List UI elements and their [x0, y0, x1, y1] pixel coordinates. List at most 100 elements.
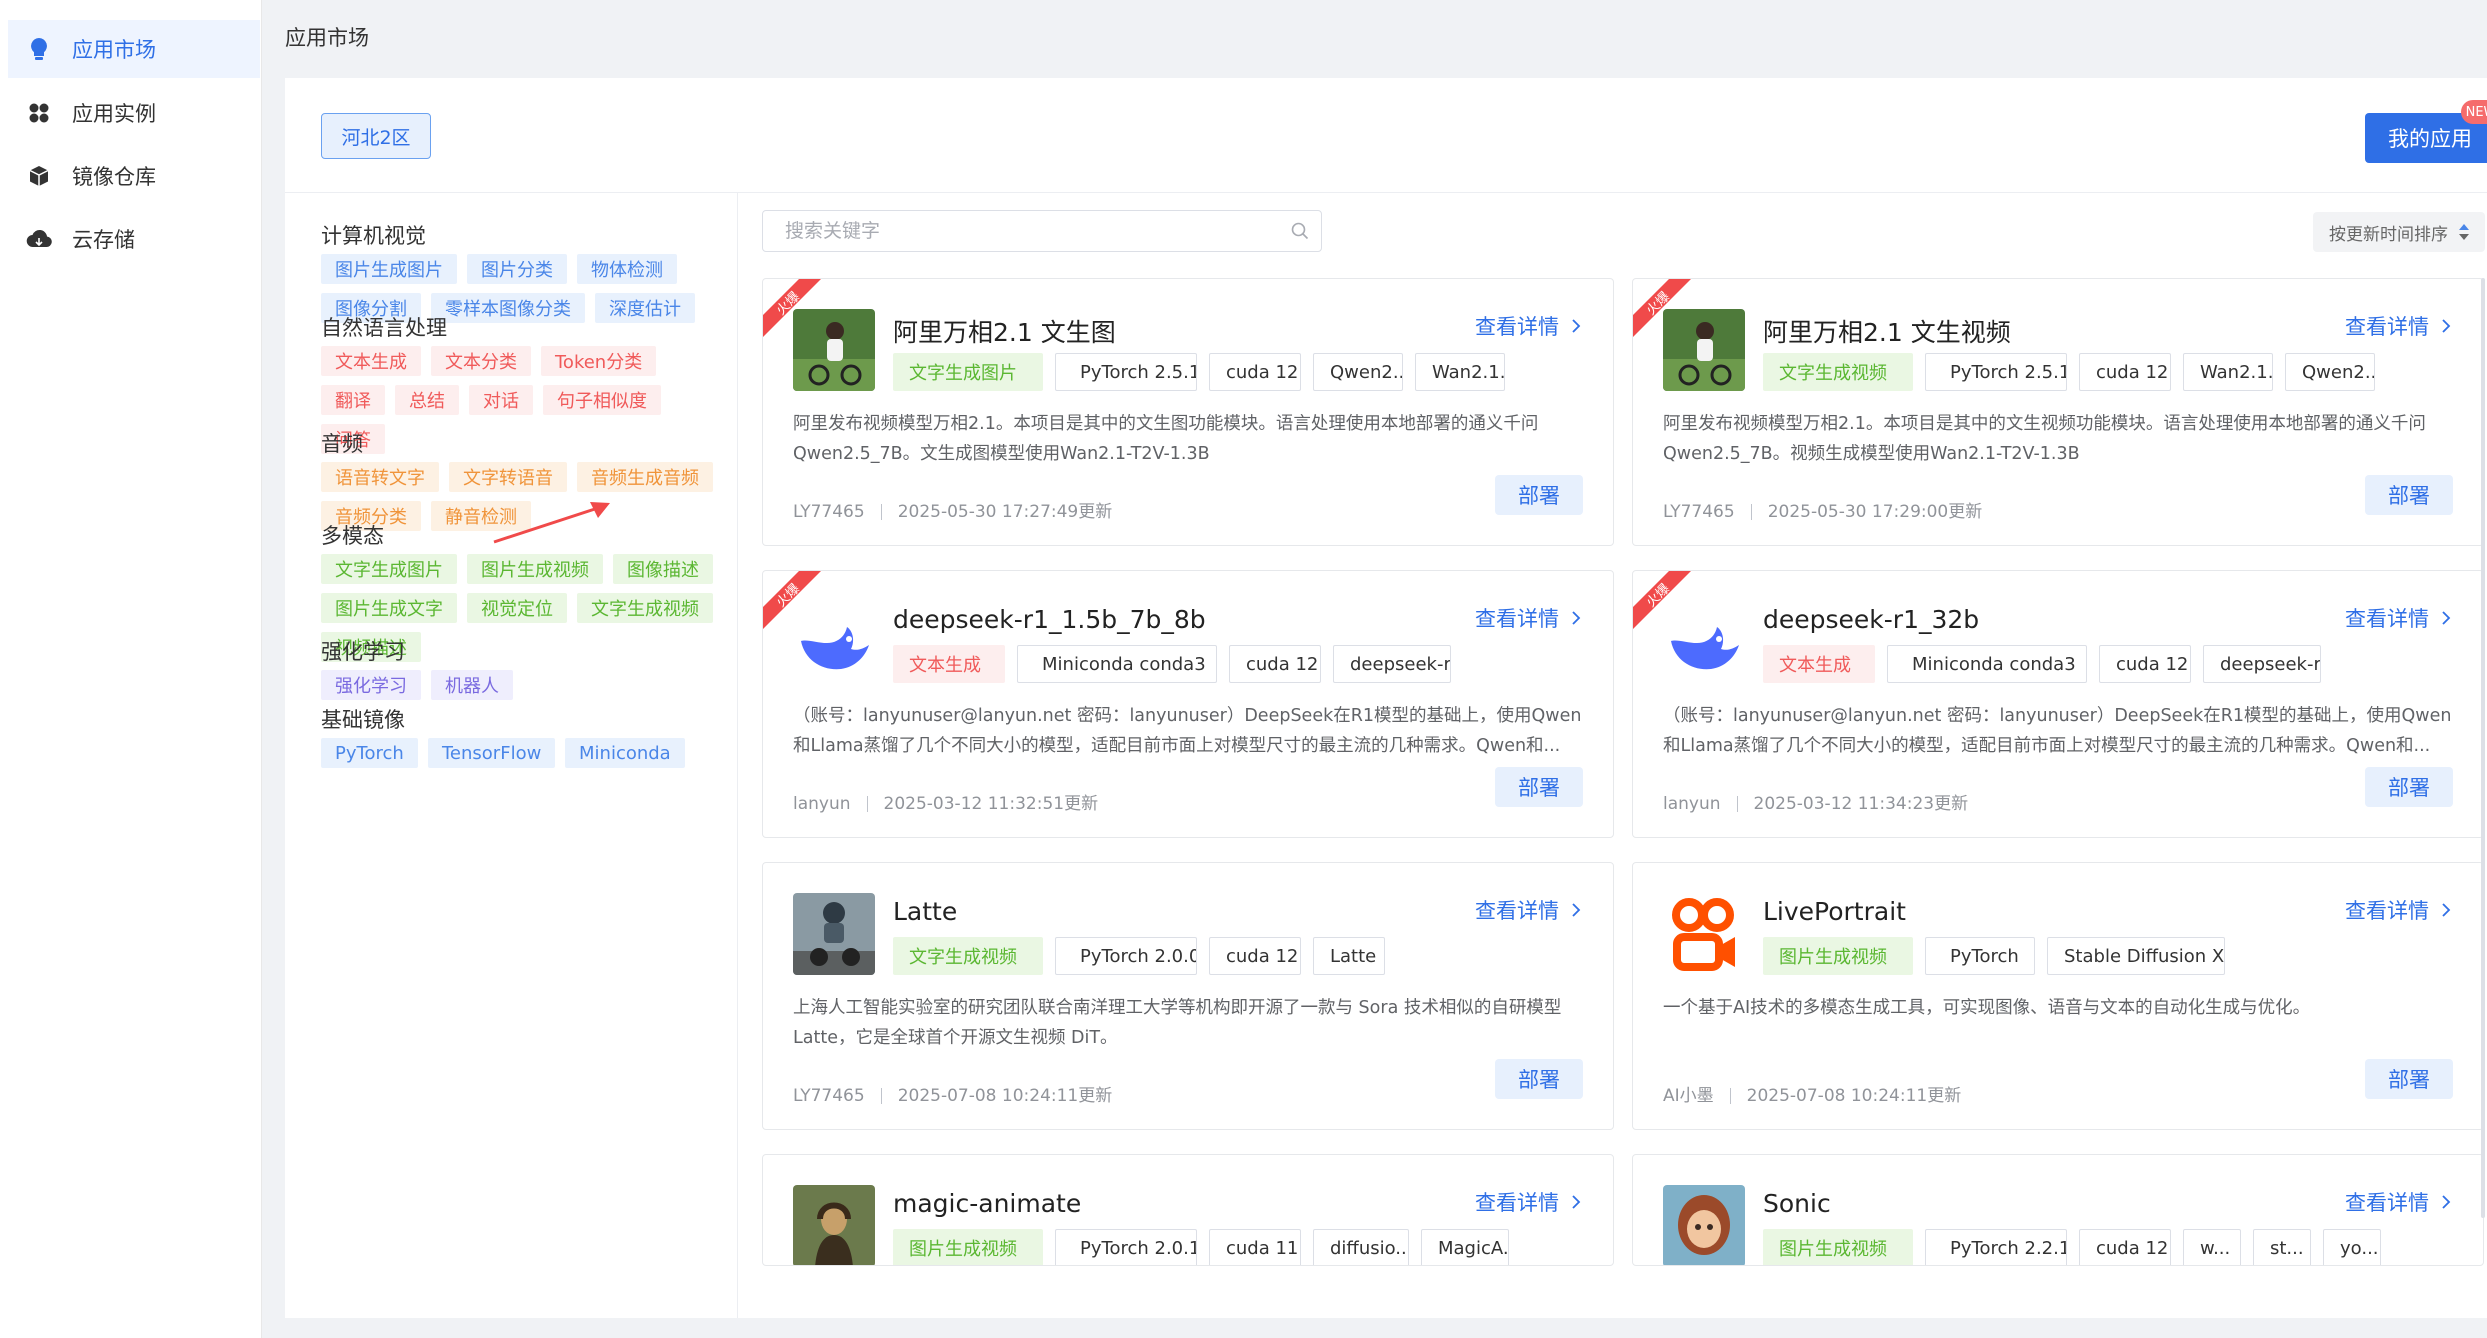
category-tag[interactable]: 图片生成视频	[1763, 937, 1913, 975]
category-tag[interactable]: 总结	[395, 385, 459, 415]
deploy-button[interactable]: 部署	[2365, 767, 2453, 807]
framework-tag[interactable]: MagicA...	[1421, 1229, 1509, 1265]
framework-tag[interactable]: cuda 11.8	[1209, 1229, 1301, 1265]
category-tag[interactable]: 文字生成图片	[321, 554, 457, 584]
app-title[interactable]: 阿里万相2.1 文生图	[893, 313, 1116, 349]
app-title[interactable]: deepseek-r1_32b	[1763, 605, 1979, 634]
framework-tag[interactable]: cuda 12.4	[1209, 353, 1301, 391]
framework-tag[interactable]: st...	[2253, 1229, 2311, 1265]
category-tag[interactable]: 文本生成	[893, 645, 1005, 683]
framework-tag[interactable]: diffusio...	[1313, 1229, 1409, 1265]
framework-tag[interactable]: PyTorch 2.0.1	[1055, 1229, 1197, 1265]
category-tag[interactable]: 图片分类	[467, 254, 567, 284]
category-tag[interactable]: 句子相似度	[543, 385, 661, 415]
app-title[interactable]: deepseek-r1_1.5b_7b_8b	[893, 605, 1206, 634]
framework-tag[interactable]: PyTorch	[1925, 937, 2035, 975]
category-tag[interactable]: 图片生成文字	[321, 593, 457, 623]
deploy-button[interactable]: 部署	[2365, 475, 2453, 515]
category-tag[interactable]: 深度估计	[595, 293, 695, 323]
category-tag[interactable]: 语音转文字	[321, 462, 439, 492]
framework-tag[interactable]: Latte	[1313, 937, 1385, 975]
category-tag[interactable]: 音频生成音频	[577, 462, 713, 492]
deploy-button[interactable]: 部署	[2365, 1059, 2453, 1099]
category-tag[interactable]: PyTorch	[321, 738, 418, 768]
category-tag[interactable]: 文字生成视频	[577, 593, 713, 623]
framework-tag[interactable]: PyTorch 2.5.1	[1055, 353, 1197, 391]
framework-tag[interactable]: Qwen2....	[2285, 353, 2375, 391]
framework-tag[interactable]: PyTorch 2.5.1	[1925, 353, 2067, 391]
category-tag[interactable]: 图片生成视频	[1763, 1229, 1913, 1265]
category-tag[interactable]: 图片生成图片	[321, 254, 457, 284]
app-card[interactable]: Sonic 查看详情图片生成视频 PyTorch 2.2.1 cuda 12.4 w..…	[1632, 1154, 2484, 1266]
framework-tag[interactable]: PyTorch 2.0.0	[1055, 937, 1197, 975]
view-details-link[interactable]: 查看详情	[2345, 311, 2451, 341]
category-tag[interactable]: 文字生成视频	[893, 937, 1043, 975]
app-title[interactable]: 阿里万相2.1 文生视频	[1763, 313, 2011, 349]
framework-tag[interactable]: w...	[2183, 1229, 2241, 1265]
scrollbar[interactable]	[2481, 278, 2485, 1218]
app-card[interactable]: magic-animate 查看详情图片生成视频 PyTorch 2.0.1 cuda…	[762, 1154, 1614, 1266]
app-card[interactable]: 火爆 阿里万相2.1 文生视频 查看详情 文字生成视频 PyTorch 2.5.1 cud…	[1632, 278, 2484, 546]
app-title[interactable]: LivePortrait	[1763, 897, 1906, 926]
app-title[interactable]: Latte	[893, 897, 957, 926]
view-details-link[interactable]: 查看详情	[1475, 1187, 1581, 1217]
view-details-link[interactable]: 查看详情	[2345, 1187, 2451, 1217]
framework-tag[interactable]: cuda 12.0	[1209, 937, 1301, 975]
sidebar-item-image-repo[interactable]: 镜像仓库	[8, 147, 260, 205]
view-details-link[interactable]: 查看详情	[1475, 311, 1581, 341]
framework-tag[interactable]: yo...	[2323, 1229, 2381, 1265]
category-tag[interactable]: 物体检测	[577, 254, 677, 284]
view-details-link[interactable]: 查看详情	[2345, 895, 2451, 925]
category-tag[interactable]: 文本生成	[321, 346, 421, 376]
framework-tag[interactable]: deepseek-r1	[2203, 645, 2321, 683]
deploy-button[interactable]: 部署	[1495, 767, 1583, 807]
category-tag[interactable]: 强化学习	[321, 670, 421, 700]
framework-tag[interactable]: Miniconda conda3	[1017, 645, 1217, 683]
sidebar-item-app-instances[interactable]: 应用实例	[8, 84, 260, 142]
sidebar-item-cloud-storage[interactable]: 云存储	[8, 210, 260, 268]
deploy-button[interactable]: 部署	[1495, 475, 1583, 515]
view-details-link[interactable]: 查看详情	[1475, 895, 1581, 925]
search-input[interactable]	[763, 211, 1321, 251]
category-tag[interactable]: 图片生成视频	[893, 1229, 1043, 1265]
view-details-link[interactable]: 查看详情	[2345, 603, 2451, 633]
category-tag[interactable]: 文本分类	[431, 346, 531, 376]
category-tag[interactable]: 文字转语音	[449, 462, 567, 492]
category-tag[interactable]: 对话	[469, 385, 533, 415]
framework-tag[interactable]: PyTorch 2.2.1	[1925, 1229, 2067, 1265]
framework-tag[interactable]: cuda 12.4	[2099, 645, 2191, 683]
region-selector-button[interactable]: 河北2区	[321, 113, 431, 159]
category-tag[interactable]: 翻译	[321, 385, 385, 415]
category-tag[interactable]: 图像描述	[613, 554, 713, 584]
framework-tag[interactable]: Miniconda conda3	[1887, 645, 2087, 683]
framework-tag[interactable]: cuda 12.4	[1229, 645, 1321, 683]
app-card[interactable]: 火爆 deepseek-r1_1.5b_7b_8b 查看详情 文本生成 Minicond…	[762, 570, 1614, 838]
category-tag[interactable]: 文字生成图片	[893, 353, 1043, 391]
category-tag[interactable]: 文字生成视频	[1763, 353, 1913, 391]
category-tag[interactable]: Token分类	[541, 346, 657, 376]
app-title[interactable]: magic-animate	[893, 1189, 1081, 1218]
app-card[interactable]: LivePortrait 查看详情图片生成视频 PyTorch Stable Diff…	[1632, 862, 2484, 1130]
sidebar-item-app-market[interactable]: 应用市场	[8, 20, 260, 78]
category-tag[interactable]: Miniconda	[565, 738, 685, 768]
sort-button[interactable]: 按更新时间排序	[2313, 212, 2485, 252]
category-tag[interactable]: TensorFlow	[428, 738, 556, 768]
category-tag[interactable]: 机器人	[431, 670, 513, 700]
category-tag[interactable]: 图片生成视频	[467, 554, 603, 584]
view-details-link[interactable]: 查看详情	[1475, 603, 1581, 633]
framework-tag[interactable]: Stable Diffusion XL	[2047, 937, 2225, 975]
app-card[interactable]: 火爆 deepseek-r1_32b 查看详情 文本生成 Miniconda conda…	[1632, 570, 2484, 838]
framework-tag[interactable]: deepseek-r1	[1333, 645, 1451, 683]
framework-tag[interactable]: Wan2.1...	[2183, 353, 2273, 391]
category-tag[interactable]: 文本生成	[1763, 645, 1875, 683]
app-card[interactable]: Latte 查看详情文字生成视频 PyTorch 2.0.0 cuda 12.0 Lat…	[762, 862, 1614, 1130]
app-title[interactable]: Sonic	[1763, 1189, 1831, 1218]
category-tag[interactable]: 零样本图像分类	[431, 293, 585, 323]
search-icon[interactable]	[1291, 222, 1309, 240]
category-tag[interactable]: 视觉定位	[467, 593, 567, 623]
app-card[interactable]: 火爆 阿里万相2.1 文生图 查看详情 文字生成图片 PyTorch 2.5.1 cuda…	[762, 278, 1614, 546]
framework-tag[interactable]: Qwen2....	[1313, 353, 1403, 391]
deploy-button[interactable]: 部署	[1495, 1059, 1583, 1099]
framework-tag[interactable]: Wan2.1...	[1415, 353, 1505, 391]
framework-tag[interactable]: cuda 12.4	[2079, 1229, 2171, 1265]
